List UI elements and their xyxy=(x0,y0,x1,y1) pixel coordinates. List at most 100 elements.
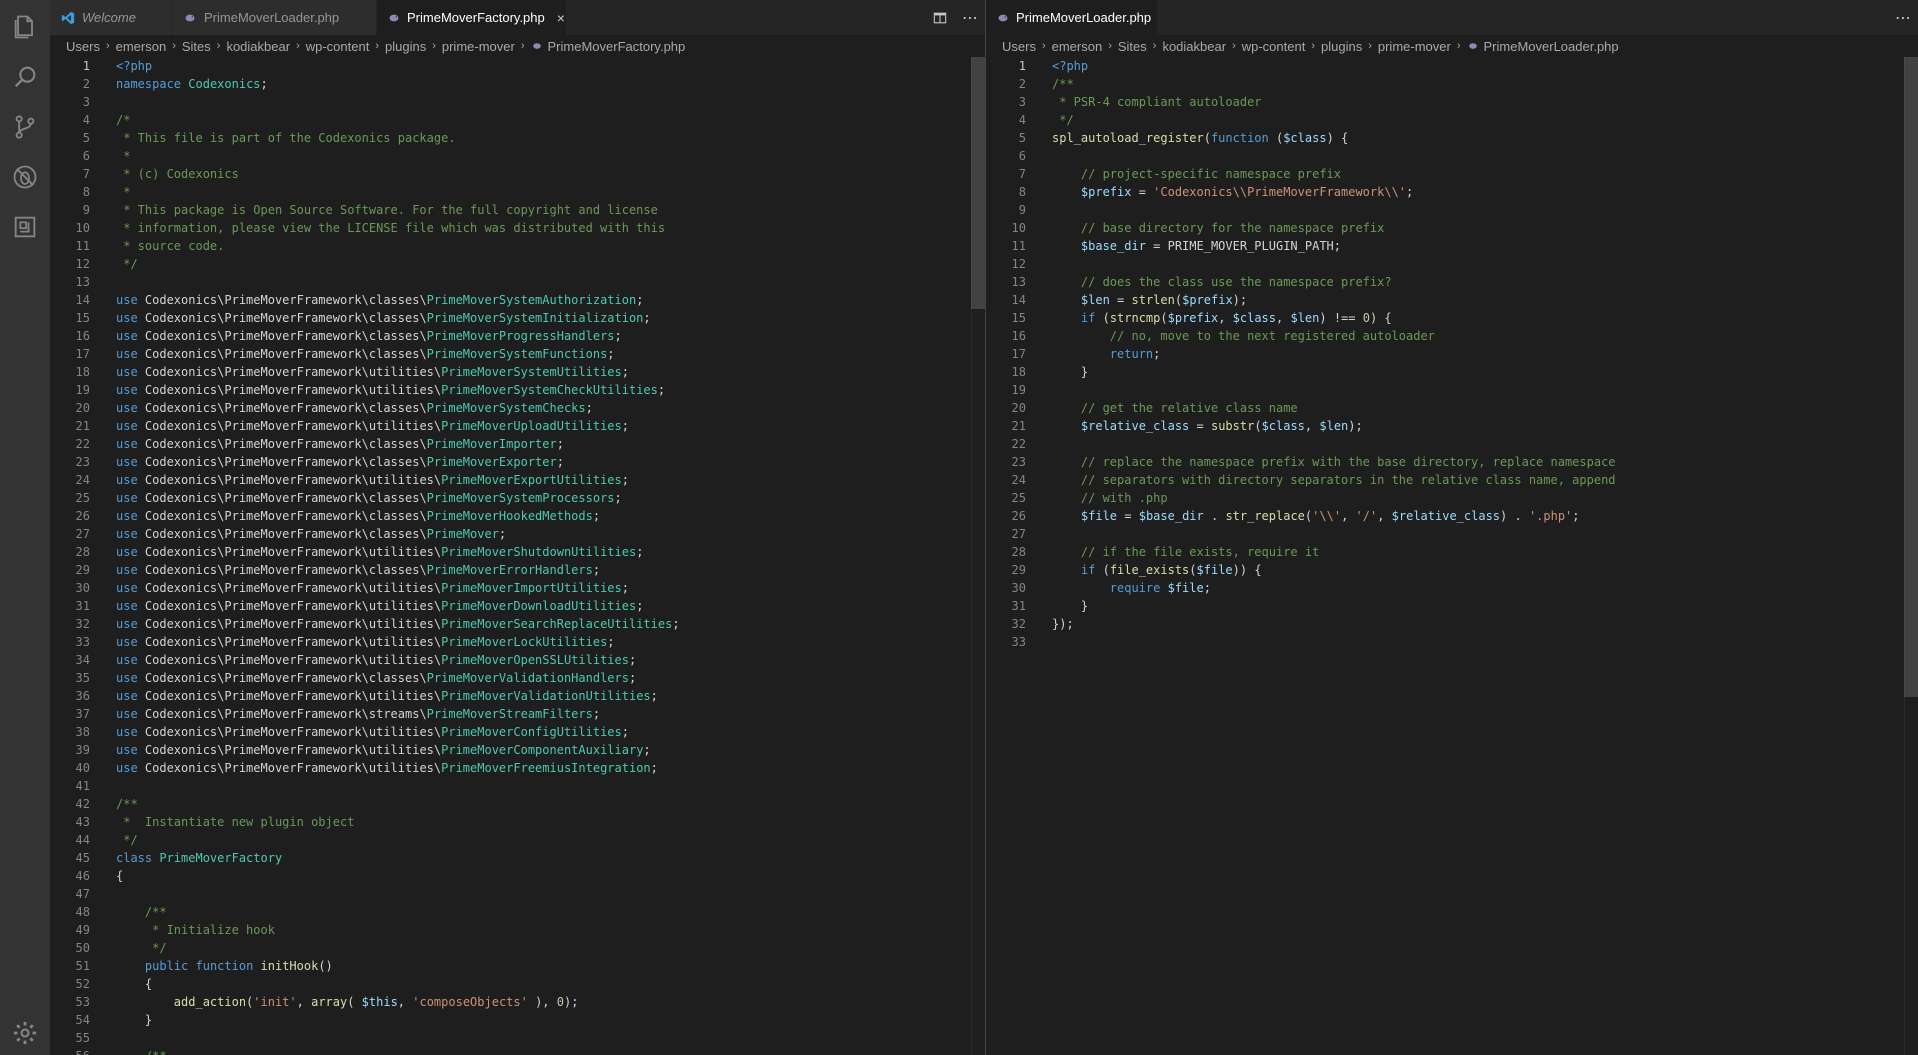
breadcrumb-item[interactable]: emerson xyxy=(116,39,167,54)
activity-bar xyxy=(0,0,50,1055)
line-number: 10 xyxy=(1011,221,1026,235)
code-text: spl_autoload_register(function ($class) … xyxy=(1052,131,1349,145)
breadcrumb-item[interactable]: prime-mover xyxy=(442,39,515,54)
line-number: 13 xyxy=(75,275,90,289)
extensions-icon[interactable] xyxy=(0,202,50,252)
debug-icon[interactable] xyxy=(0,152,50,202)
code-text: * Instantiate new plugin object xyxy=(116,815,355,829)
chevron-right-icon: › xyxy=(1368,40,1372,52)
code-line: 49 * Initialize hook xyxy=(50,921,985,939)
code-line: 33 use Codexonics\PrimeMoverFramework\uti… xyxy=(50,633,985,651)
explorer-icon[interactable] xyxy=(0,2,50,52)
code-line: 54 } xyxy=(50,1011,985,1029)
code-line: 42 /** xyxy=(50,795,985,813)
breadcrumb-item[interactable]: wp-content xyxy=(1242,39,1306,54)
breadcrumb-item[interactable]: PrimeMoverLoader.php xyxy=(1484,39,1619,54)
breadcrumb-item[interactable]: wp-content xyxy=(306,39,370,54)
code-line: 31 use Codexonics\PrimeMoverFramework\uti… xyxy=(50,597,985,615)
code-text: // if the file exists, require it xyxy=(1080,545,1320,559)
line-number: 3 xyxy=(82,95,90,109)
code-line: 3 xyxy=(50,93,985,111)
code-text: use Codexonics\PrimeMoverFramework\strea… xyxy=(116,707,601,721)
code-line: 29 use Codexonics\PrimeMoverFramework\cla… xyxy=(50,561,985,579)
tab-bar-left: Welcome PrimeMoverLoader.php PrimeMoverF… xyxy=(50,0,985,35)
scrollbar-left[interactable] xyxy=(971,57,985,1055)
code-line: 6 * xyxy=(50,147,985,165)
line-number: 18 xyxy=(75,365,90,379)
line-number: 29 xyxy=(1011,563,1026,577)
line-number: 45 xyxy=(75,851,90,865)
line-number: 40 xyxy=(75,761,90,775)
tab-primemoverloader[interactable]: PrimeMoverLoader.php xyxy=(172,0,377,35)
breadcrumb-item[interactable]: kodiakbear xyxy=(1162,39,1226,54)
code-line: 11 * source code. xyxy=(50,237,985,255)
editor-group-right: PrimeMoverLoader.php × ⋯ Users › emerson › S… xyxy=(985,0,1918,1055)
code-text: use Codexonics\PrimeMoverFramework\utili… xyxy=(116,653,637,667)
line-number: 4 xyxy=(82,113,90,127)
line-number: 31 xyxy=(1011,599,1026,613)
breadcrumb-item[interactable]: Sites xyxy=(182,39,211,54)
code-line: 23 // replace the namespace prefix with … xyxy=(986,453,1918,471)
code-text: * information, please view the LICENSE f… xyxy=(116,221,666,235)
tab-primemoverfactory[interactable]: PrimeMoverFactory.php × xyxy=(377,0,567,35)
line-number: 12 xyxy=(75,257,90,271)
scrollbar-thumb[interactable] xyxy=(971,57,985,309)
code-text: add_action('init', array( $this, 'compos… xyxy=(173,995,579,1009)
code-line: 53 add_action('init', array( $this, 'com… xyxy=(50,993,985,1011)
breadcrumb-item[interactable]: plugins xyxy=(1321,39,1362,54)
code-text: } xyxy=(1052,599,1089,613)
breadcrumb-item[interactable]: Sites xyxy=(1118,39,1147,54)
code-text: $len = strlen($prefix); xyxy=(1080,293,1248,307)
tab-welcome[interactable]: Welcome xyxy=(50,0,172,35)
close-icon[interactable]: × xyxy=(557,10,565,26)
tab-label: PrimeMoverLoader.php xyxy=(1016,10,1152,25)
code-editor-right[interactable]: 1 <?php 2 /** 3 * PSR-4 compliant autoloader… xyxy=(986,57,1918,1055)
scrollbar-right[interactable] xyxy=(1904,57,1918,1055)
code-text: // no, move to the next registered autol… xyxy=(1109,329,1435,343)
chevron-right-icon: › xyxy=(432,40,436,52)
breadcrumb-item[interactable]: emerson xyxy=(1052,39,1103,54)
code-line: 47 xyxy=(50,885,985,903)
breadcrumb-item[interactable]: PrimeMoverFactory.php xyxy=(548,39,686,54)
code-line: 22 xyxy=(986,435,1918,453)
split-editor-icon[interactable] xyxy=(925,0,955,35)
line-number: 24 xyxy=(75,473,90,487)
code-line: 26 $file = $base_dir . str_replace('\\',… xyxy=(986,507,1918,525)
line-number: 17 xyxy=(75,347,90,361)
breadcrumb-item[interactable]: plugins xyxy=(385,39,426,54)
line-number: 20 xyxy=(75,401,90,415)
tab-primemoverloader-right[interactable]: PrimeMoverLoader.php × xyxy=(986,0,1171,35)
breadcrumb-item[interactable]: Users xyxy=(66,39,100,54)
code-line: 43 * Instantiate new plugin object xyxy=(50,813,985,831)
code-line: 37 use Codexonics\PrimeMoverFramework\str… xyxy=(50,705,985,723)
breadcrumb-item[interactable]: Users xyxy=(1002,39,1036,54)
code-line: 4 */ xyxy=(986,111,1918,129)
line-number: 17 xyxy=(1011,347,1026,361)
code-line: 33 xyxy=(986,633,1918,651)
code-text: class PrimeMoverFactory xyxy=(116,851,283,865)
scrollbar-thumb[interactable] xyxy=(1904,57,1918,697)
code-editor-left[interactable]: 1 <?php 2 namespace Codexonics; 3 4/* 5 * This… xyxy=(50,57,985,1055)
code-line: 40 use Codexonics\PrimeMoverFramework\uti… xyxy=(50,759,985,777)
code-line: 1 <?php xyxy=(50,57,985,75)
code-text: */ xyxy=(116,257,138,271)
breadcrumb-item[interactable]: kodiakbear xyxy=(226,39,290,54)
more-actions-icon[interactable]: ⋯ xyxy=(955,0,985,35)
code-text: if (file_exists($file)) { xyxy=(1080,563,1262,577)
breadcrumb-item[interactable]: prime-mover xyxy=(1378,39,1451,54)
chevron-right-icon: › xyxy=(1232,40,1236,52)
more-actions-icon[interactable]: ⋯ xyxy=(1888,0,1918,35)
code-text: use Codexonics\PrimeMoverFramework\class… xyxy=(116,527,507,541)
settings-gear-icon[interactable] xyxy=(0,1008,50,1055)
source-control-icon[interactable] xyxy=(0,102,50,152)
search-icon[interactable] xyxy=(0,52,50,102)
code-text: * This file is part of the Codexonics pa… xyxy=(116,131,456,145)
line-number: 5 xyxy=(82,131,90,145)
code-line: 8 $prefix = 'Codexonics\\PrimeMoverFrame… xyxy=(986,183,1918,201)
code-text: // replace the namespace prefix with the… xyxy=(1080,455,1616,469)
line-number: 12 xyxy=(1011,257,1026,271)
code-text: /* xyxy=(116,113,131,127)
line-number: 31 xyxy=(75,599,90,613)
code-text: require $file; xyxy=(1109,581,1211,595)
line-number: 39 xyxy=(75,743,90,757)
